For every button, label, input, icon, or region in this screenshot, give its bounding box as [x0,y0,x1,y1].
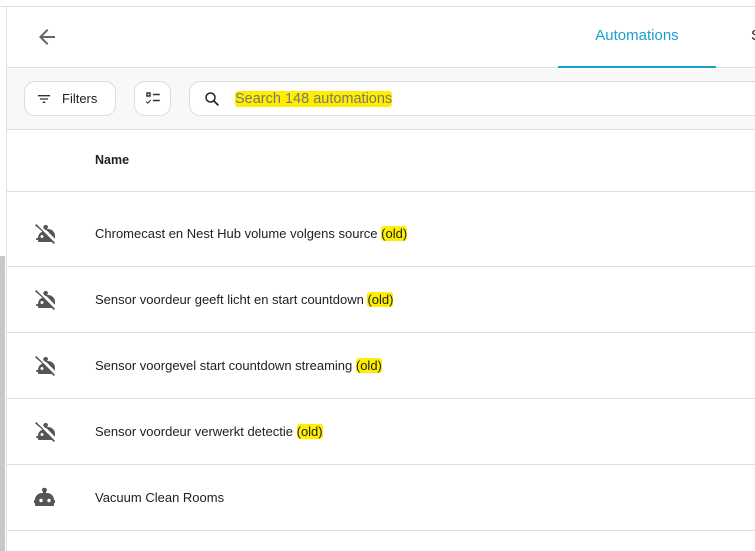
table-header: Name [7,130,755,192]
search-input[interactable]: Search 148 automations [189,81,755,116]
automation-name: Sensor voordeur geeft licht en start cou… [95,292,394,307]
automation-name: Sensor voordeur verwerkt detectie (old) [95,424,323,439]
robot-off-icon [35,290,55,310]
table-row[interactable]: Chromecast en Nest Hub volume volgens so… [7,201,755,267]
robot-off-icon [35,224,55,244]
search-icon [205,91,219,106]
tab-scenes[interactable]: S [751,7,755,65]
tab-automations[interactable]: Automations [558,7,716,68]
filters-label: Filters [62,91,98,106]
filters-button[interactable]: Filters [24,81,116,116]
robot-off-icon [35,356,55,376]
robot-icon [34,487,55,506]
old-suffix: (old) [296,424,323,439]
robot-off-icon [35,422,55,442]
old-suffix: (old) [367,292,394,307]
automation-name: Vacuum Clean Rooms [95,490,225,505]
automation-name: Chromecast en Nest Hub volume volgens so… [95,226,408,241]
automation-name: Sensor voorgevel start countdown streami… [95,358,382,373]
selection-mode-button[interactable] [134,81,171,116]
toolbar: Filters Search 148 automations [7,69,755,130]
search-placeholder: Search 148 automations [235,90,393,107]
table-row[interactable]: Vacuum Clean Rooms [7,465,755,531]
top-bar: Automations S [7,7,755,68]
table-row[interactable]: Sensor voordeur geeft licht en start cou… [7,267,755,333]
old-suffix: (old) [381,226,408,241]
table-row[interactable]: Sensor voordeur verwerkt detectie (old) [7,399,755,465]
old-suffix: (old) [355,358,382,373]
checklist-icon [145,91,160,104]
back-arrow-icon[interactable] [35,25,59,49]
column-header-name[interactable]: Name [95,153,129,167]
scrollbar[interactable] [0,256,5,551]
table-row[interactable]: Sensor voorgevel start countdown streami… [7,333,755,399]
filter-icon [38,94,50,103]
